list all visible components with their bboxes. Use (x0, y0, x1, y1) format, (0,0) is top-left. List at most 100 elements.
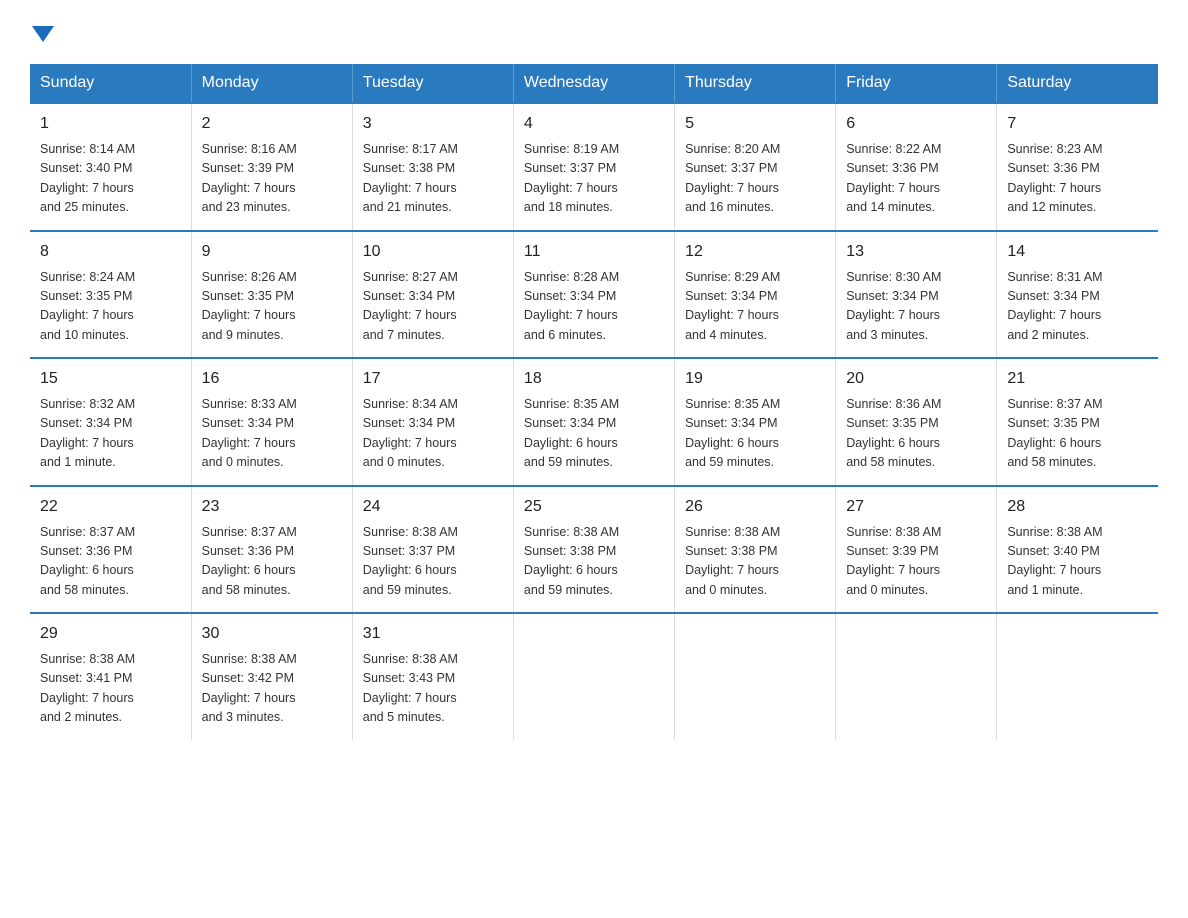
day-number: 13 (846, 240, 986, 264)
day-number: 30 (202, 622, 342, 646)
day-cell-28: 28Sunrise: 8:38 AMSunset: 3:40 PMDayligh… (997, 486, 1158, 614)
logo-triangle-icon (32, 22, 54, 44)
day-number: 16 (202, 367, 342, 391)
day-number: 26 (685, 495, 825, 519)
empty-cell (675, 613, 836, 740)
day-cell-16: 16Sunrise: 8:33 AMSunset: 3:34 PMDayligh… (191, 358, 352, 486)
day-info: Sunrise: 8:24 AMSunset: 3:35 PMDaylight:… (40, 268, 181, 346)
day-number: 19 (685, 367, 825, 391)
day-cell-6: 6 Sunrise: 8:22 AMSunset: 3:36 PMDaylight… (836, 103, 997, 231)
empty-cell (836, 613, 997, 740)
day-number: 23 (202, 495, 342, 519)
day-number: 31 (363, 622, 503, 646)
day-cell-5: 5 Sunrise: 8:20 AMSunset: 3:37 PMDaylight… (675, 103, 836, 231)
day-cell-22: 22 Sunrise: 8:37 AMSunset: 3:36 PMDayligh… (30, 486, 191, 614)
calendar-body: 1Sunrise: 8:14 AMSunset: 3:40 PMDaylight… (30, 103, 1158, 740)
day-number: 27 (846, 495, 986, 519)
day-cell-27: 27 Sunrise: 8:38 AMSunset: 3:39 PMDayligh… (836, 486, 997, 614)
day-cell-31: 31 Sunrise: 8:38 AMSunset: 3:43 PMDayligh… (352, 613, 513, 740)
day-cell-24: 24 Sunrise: 8:38 AMSunset: 3:37 PMDayligh… (352, 486, 513, 614)
day-info: Sunrise: 8:37 AMSunset: 3:36 PMDaylight:… (202, 523, 342, 601)
day-info: Sunrise: 8:38 AMSunset: 3:40 PMDaylight:… (1007, 523, 1148, 601)
day-number: 11 (524, 240, 664, 264)
day-number: 12 (685, 240, 825, 264)
day-info: Sunrise: 8:20 AMSunset: 3:37 PMDaylight:… (685, 140, 825, 218)
day-info: Sunrise: 8:23 AMSunset: 3:36 PMDaylight:… (1007, 140, 1148, 218)
day-cell-23: 23 Sunrise: 8:37 AMSunset: 3:36 PMDayligh… (191, 486, 352, 614)
day-number: 14 (1007, 240, 1148, 264)
day-info: Sunrise: 8:14 AMSunset: 3:40 PMDaylight:… (40, 140, 181, 218)
day-cell-18: 18 Sunrise: 8:35 AMSunset: 3:34 PMDayligh… (513, 358, 674, 486)
week-row-2: 8 Sunrise: 8:24 AMSunset: 3:35 PMDaylight… (30, 231, 1158, 359)
day-cell-25: 25 Sunrise: 8:38 AMSunset: 3:38 PMDayligh… (513, 486, 674, 614)
day-number: 18 (524, 367, 664, 391)
day-info: Sunrise: 8:38 AMSunset: 3:41 PMDaylight:… (40, 650, 181, 728)
day-number: 6 (846, 112, 986, 136)
day-number: 17 (363, 367, 503, 391)
day-cell-26: 26 Sunrise: 8:38 AMSunset: 3:38 PMDayligh… (675, 486, 836, 614)
day-info: Sunrise: 8:30 AMSunset: 3:34 PMDaylight:… (846, 268, 986, 346)
day-info: Sunrise: 8:38 AMSunset: 3:43 PMDaylight:… (363, 650, 503, 728)
header-wednesday: Wednesday (513, 64, 674, 103)
day-number: 22 (40, 495, 181, 519)
header-friday: Friday (836, 64, 997, 103)
day-cell-30: 30Sunrise: 8:38 AMSunset: 3:42 PMDayligh… (191, 613, 352, 740)
day-number: 24 (363, 495, 503, 519)
day-number: 7 (1007, 112, 1148, 136)
day-info: Sunrise: 8:37 AMSunset: 3:36 PMDaylight:… (40, 523, 181, 601)
day-number: 8 (40, 240, 181, 264)
page-header (30, 20, 1158, 44)
day-info: Sunrise: 8:37 AMSunset: 3:35 PMDaylight:… (1007, 395, 1148, 473)
day-info: Sunrise: 8:34 AMSunset: 3:34 PMDaylight:… (363, 395, 503, 473)
day-info: Sunrise: 8:38 AMSunset: 3:39 PMDaylight:… (846, 523, 986, 601)
calendar-table: SundayMondayTuesdayWednesdayThursdayFrid… (30, 64, 1158, 740)
day-info: Sunrise: 8:35 AMSunset: 3:34 PMDaylight:… (685, 395, 825, 473)
day-cell-13: 13 Sunrise: 8:30 AMSunset: 3:34 PMDayligh… (836, 231, 997, 359)
day-number: 29 (40, 622, 181, 646)
calendar-header: SundayMondayTuesdayWednesdayThursdayFrid… (30, 64, 1158, 103)
week-row-4: 22 Sunrise: 8:37 AMSunset: 3:36 PMDayligh… (30, 486, 1158, 614)
day-info: Sunrise: 8:35 AMSunset: 3:34 PMDaylight:… (524, 395, 664, 473)
day-cell-2: 2 Sunrise: 8:16 AMSunset: 3:39 PMDaylight… (191, 103, 352, 231)
day-info: Sunrise: 8:16 AMSunset: 3:39 PMDaylight:… (202, 140, 342, 218)
day-number: 3 (363, 112, 503, 136)
day-info: Sunrise: 8:31 AMSunset: 3:34 PMDaylight:… (1007, 268, 1148, 346)
day-info: Sunrise: 8:22 AMSunset: 3:36 PMDaylight:… (846, 140, 986, 218)
day-info: Sunrise: 8:38 AMSunset: 3:38 PMDaylight:… (524, 523, 664, 601)
day-cell-10: 10 Sunrise: 8:27 AMSunset: 3:34 PMDayligh… (352, 231, 513, 359)
week-row-1: 1Sunrise: 8:14 AMSunset: 3:40 PMDaylight… (30, 103, 1158, 231)
day-number: 5 (685, 112, 825, 136)
day-cell-17: 17 Sunrise: 8:34 AMSunset: 3:34 PMDayligh… (352, 358, 513, 486)
day-number: 10 (363, 240, 503, 264)
header-thursday: Thursday (675, 64, 836, 103)
day-number: 20 (846, 367, 986, 391)
day-info: Sunrise: 8:17 AMSunset: 3:38 PMDaylight:… (363, 140, 503, 218)
day-cell-20: 20 Sunrise: 8:36 AMSunset: 3:35 PMDayligh… (836, 358, 997, 486)
day-info: Sunrise: 8:38 AMSunset: 3:37 PMDaylight:… (363, 523, 503, 601)
day-cell-9: 9Sunrise: 8:26 AMSunset: 3:35 PMDaylight… (191, 231, 352, 359)
day-number: 21 (1007, 367, 1148, 391)
day-info: Sunrise: 8:29 AMSunset: 3:34 PMDaylight:… (685, 268, 825, 346)
day-info: Sunrise: 8:27 AMSunset: 3:34 PMDaylight:… (363, 268, 503, 346)
day-info: Sunrise: 8:36 AMSunset: 3:35 PMDaylight:… (846, 395, 986, 473)
day-cell-19: 19 Sunrise: 8:35 AMSunset: 3:34 PMDayligh… (675, 358, 836, 486)
day-number: 15 (40, 367, 181, 391)
week-row-5: 29 Sunrise: 8:38 AMSunset: 3:41 PMDayligh… (30, 613, 1158, 740)
header-saturday: Saturday (997, 64, 1158, 103)
day-number: 25 (524, 495, 664, 519)
header-monday: Monday (191, 64, 352, 103)
day-info: Sunrise: 8:28 AMSunset: 3:34 PMDaylight:… (524, 268, 664, 346)
header-row: SundayMondayTuesdayWednesdayThursdayFrid… (30, 64, 1158, 103)
day-number: 2 (202, 112, 342, 136)
day-cell-29: 29 Sunrise: 8:38 AMSunset: 3:41 PMDayligh… (30, 613, 191, 740)
empty-cell (997, 613, 1158, 740)
day-info: Sunrise: 8:38 AMSunset: 3:38 PMDaylight:… (685, 523, 825, 601)
week-row-3: 15Sunrise: 8:32 AMSunset: 3:34 PMDayligh… (30, 358, 1158, 486)
day-cell-11: 11 Sunrise: 8:28 AMSunset: 3:34 PMDayligh… (513, 231, 674, 359)
day-cell-12: 12 Sunrise: 8:29 AMSunset: 3:34 PMDayligh… (675, 231, 836, 359)
day-cell-21: 21 Sunrise: 8:37 AMSunset: 3:35 PMDayligh… (997, 358, 1158, 486)
header-tuesday: Tuesday (352, 64, 513, 103)
empty-cell (513, 613, 674, 740)
day-cell-7: 7 Sunrise: 8:23 AMSunset: 3:36 PMDaylight… (997, 103, 1158, 231)
day-cell-1: 1Sunrise: 8:14 AMSunset: 3:40 PMDaylight… (30, 103, 191, 231)
